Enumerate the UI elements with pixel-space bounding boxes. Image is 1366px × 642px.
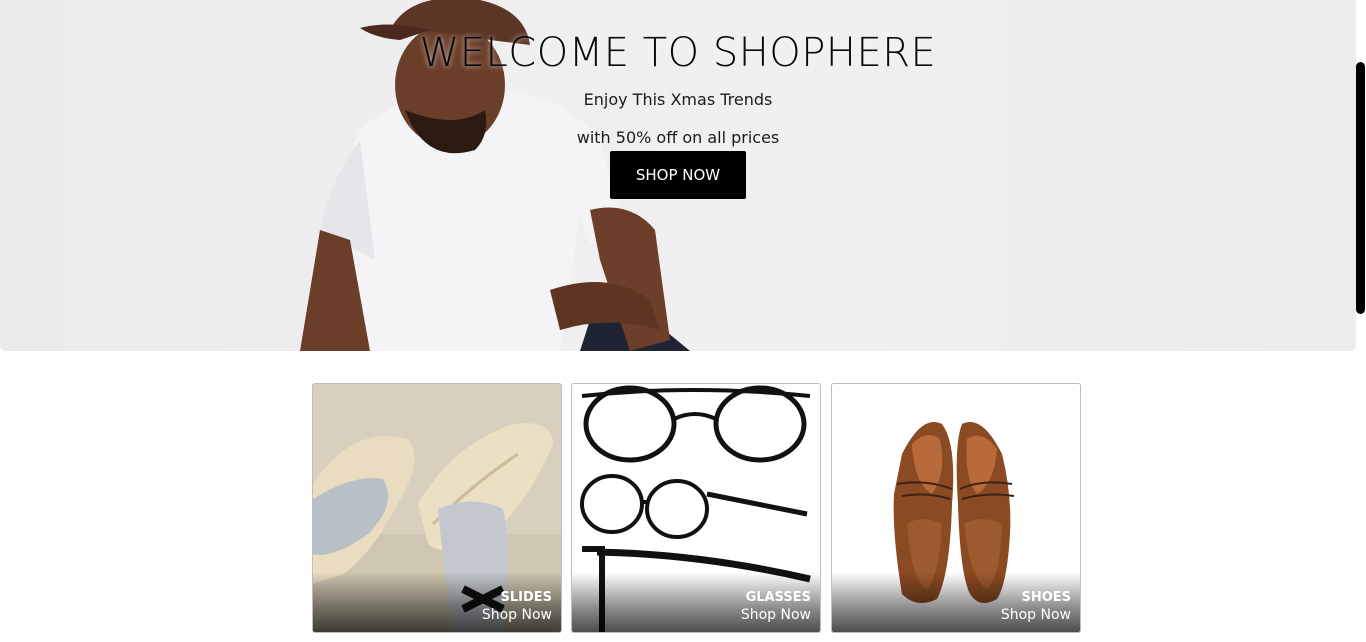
category-card-shoes[interactable]: SHOES Shop Now [831,383,1081,633]
shop-now-link-shoes[interactable]: Shop Now [1001,607,1071,623]
card-title: SLIDES [500,590,552,605]
hero-title: WELCOME TO SHOPHERE [419,30,937,76]
shop-now-link-slides[interactable]: Shop Now [482,607,552,623]
hero-subtitle-line2: with 50% off on all prices [576,128,780,147]
card-title: GLASSES [745,590,811,605]
hero-subtitle-line1: Enjoy This Xmas Trends [583,90,773,109]
shop-now-link-glasses[interactable]: Shop Now [741,607,811,623]
shop-now-button[interactable]: SHOP NOW [610,151,746,199]
category-cards: SLIDES Shop Now GLASSES Shop Now SHOES S… [312,383,1082,633]
card-title: SHOES [1021,590,1071,605]
category-card-slides[interactable]: SLIDES Shop Now [312,383,562,633]
category-card-glasses[interactable]: GLASSES Shop Now [571,383,821,633]
scrollbar-thumb[interactable] [1356,62,1365,314]
